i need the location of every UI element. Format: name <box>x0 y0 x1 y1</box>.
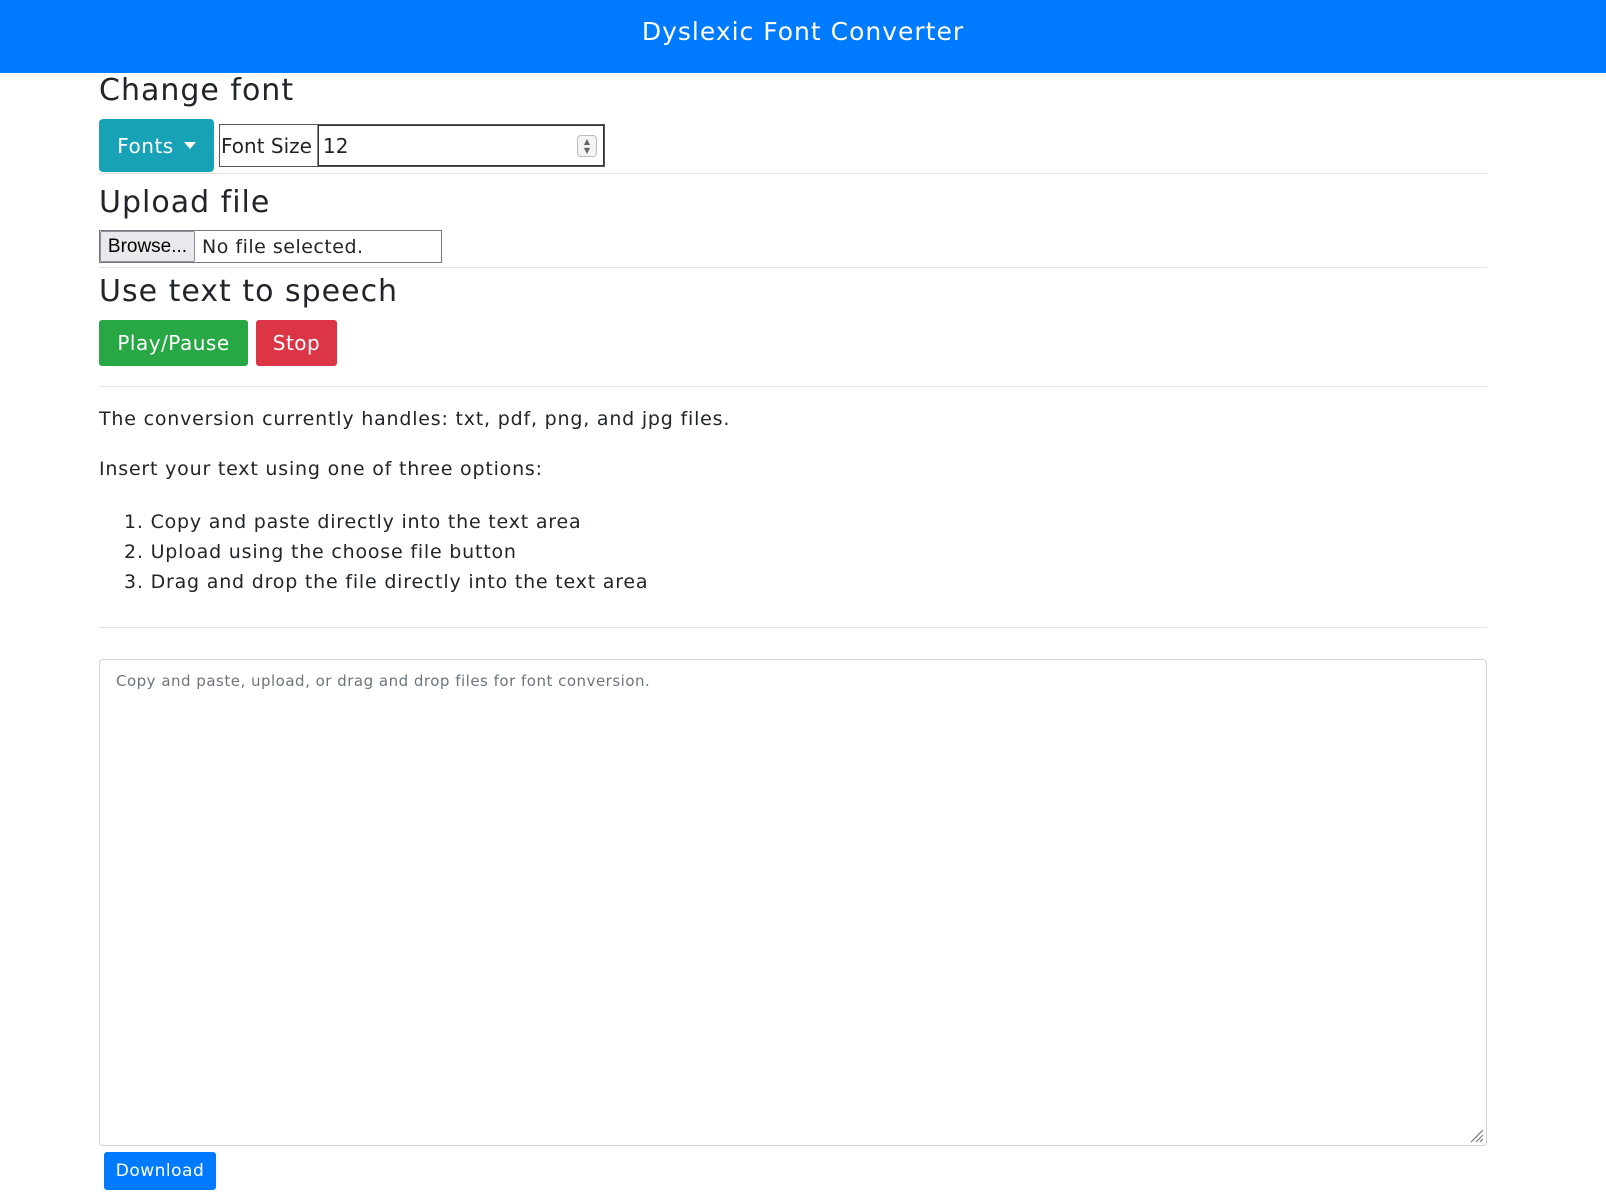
list-item: 3. Drag and drop the file directly into … <box>124 571 649 593</box>
text-to-speech-heading: Use text to speech <box>99 274 399 309</box>
navbar: Dyslexic Font Converter <box>0 0 1606 73</box>
download-button[interactable]: Download <box>104 1152 216 1190</box>
divider <box>99 267 1487 268</box>
fonts-button-label: Fonts <box>117 133 174 158</box>
change-font-heading: Change font <box>99 73 295 108</box>
divider <box>99 173 1487 174</box>
font-size-value: 12 <box>323 133 349 158</box>
font-size-group: Font Size 12 ▲ ▼ <box>219 124 605 167</box>
spinner-up-icon[interactable]: ▲ <box>584 137 590 146</box>
app-title: Dyslexic Font Converter <box>641 17 965 46</box>
font-size-label: Font Size <box>220 125 318 166</box>
fonts-dropdown-button[interactable]: Fonts <box>99 119 214 172</box>
browse-button[interactable]: Browse... <box>100 231 195 262</box>
list-item: 2. Upload using the choose file button <box>124 541 517 563</box>
caret-down-icon <box>183 142 196 149</box>
divider <box>99 386 1487 387</box>
resize-grip-icon[interactable] <box>1468 1127 1484 1143</box>
divider <box>99 627 1487 628</box>
options-list: 1. Copy and paste directly into the text… <box>124 507 648 597</box>
file-status: No file selected. <box>202 235 364 258</box>
number-spinner[interactable]: ▲ ▼ <box>577 135 597 157</box>
list-item: 1. Copy and paste directly into the text… <box>124 511 582 533</box>
textarea-placeholder: Copy and paste, upload, or drag and drop… <box>116 672 651 690</box>
upload-file-heading: Upload file <box>99 185 271 220</box>
font-size-input[interactable]: 12 ▲ ▼ <box>318 125 604 166</box>
conversion-textarea[interactable]: Copy and paste, upload, or drag and drop… <box>99 659 1487 1146</box>
stop-button[interactable]: Stop <box>256 320 337 366</box>
play-pause-button[interactable]: Play/Pause <box>99 320 248 366</box>
spinner-down-icon[interactable]: ▼ <box>584 146 590 155</box>
file-input[interactable]: Browse... No file selected. <box>99 230 442 263</box>
formats-text: The conversion currently handles: txt, p… <box>99 408 731 430</box>
options-intro: Insert your text using one of three opti… <box>99 458 543 480</box>
